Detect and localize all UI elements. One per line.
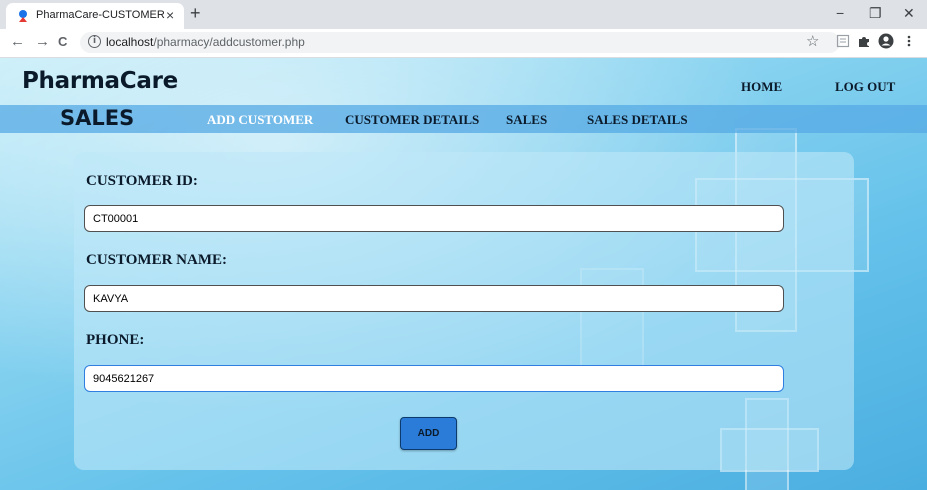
browser-tab[interactable]: PharmaCare-CUSTOMER × — [6, 3, 184, 29]
browser-tabstrip: PharmaCare-CUSTOMER × + − ❐ ✕ — [0, 0, 927, 29]
close-window-icon[interactable]: ✕ — [903, 5, 915, 22]
add-customer-form: CUSTOMER ID: CUSTOMER NAME: PHONE: ADD — [74, 152, 854, 470]
customer-id-input[interactable] — [84, 205, 784, 232]
customer-name-label: CUSTOMER NAME: — [86, 252, 227, 268]
address-bar[interactable]: i localhost/pharmacy/addcustomer.php — [80, 32, 840, 53]
nav-add-customer[interactable]: ADD CUSTOMER — [207, 112, 313, 128]
url-path: /pharmacy/addcustomer.php — [153, 35, 305, 49]
tab-title: PharmaCare-CUSTOMER — [36, 9, 165, 21]
url-host: localhost — [106, 35, 154, 49]
section-navbar: SALES ADD CUSTOMER CUSTOMER DETAILS SALE… — [0, 105, 927, 133]
reload-icon[interactable]: C — [58, 34, 67, 49]
favicon-icon — [19, 10, 27, 22]
info-icon[interactable]: i — [88, 35, 101, 48]
customer-name-input[interactable] — [84, 285, 784, 312]
logout-link[interactable]: LOG OUT — [835, 79, 895, 95]
nav-sales[interactable]: SALES — [506, 112, 547, 128]
restore-icon[interactable]: ❐ — [869, 5, 882, 22]
nav-sales-details[interactable]: SALES DETAILS — [587, 112, 688, 128]
customer-id-label: CUSTOMER ID: — [86, 173, 198, 189]
profile-icon[interactable] — [878, 33, 894, 49]
browser-toolbar: ← → C i localhost/pharmacy/addcustomer.p… — [0, 29, 927, 58]
reader-icon[interactable] — [836, 34, 850, 48]
phone-input[interactable] — [84, 365, 784, 392]
new-tab-icon[interactable]: + — [190, 3, 201, 24]
star-icon[interactable]: ☆ — [806, 32, 819, 50]
back-icon[interactable]: ← — [10, 33, 25, 50]
url-text: localhost/pharmacy/addcustomer.php — [106, 35, 305, 49]
forward-icon[interactable]: → — [35, 33, 50, 50]
home-link[interactable]: HOME — [741, 79, 782, 95]
minimize-icon[interactable]: − — [836, 5, 844, 21]
menu-icon[interactable] — [906, 34, 912, 48]
tab-close-icon[interactable]: × — [166, 7, 174, 23]
add-button[interactable]: ADD — [400, 417, 457, 450]
phone-label: PHONE: — [86, 332, 145, 348]
section-title: SALES — [60, 106, 135, 130]
brand-logo: PharmaCare — [22, 68, 178, 94]
nav-customer-details[interactable]: CUSTOMER DETAILS — [345, 112, 479, 128]
extensions-icon[interactable] — [857, 34, 871, 48]
page-background: PharmaCare HOME LOG OUT SALES ADD CUSTOM… — [0, 58, 927, 490]
